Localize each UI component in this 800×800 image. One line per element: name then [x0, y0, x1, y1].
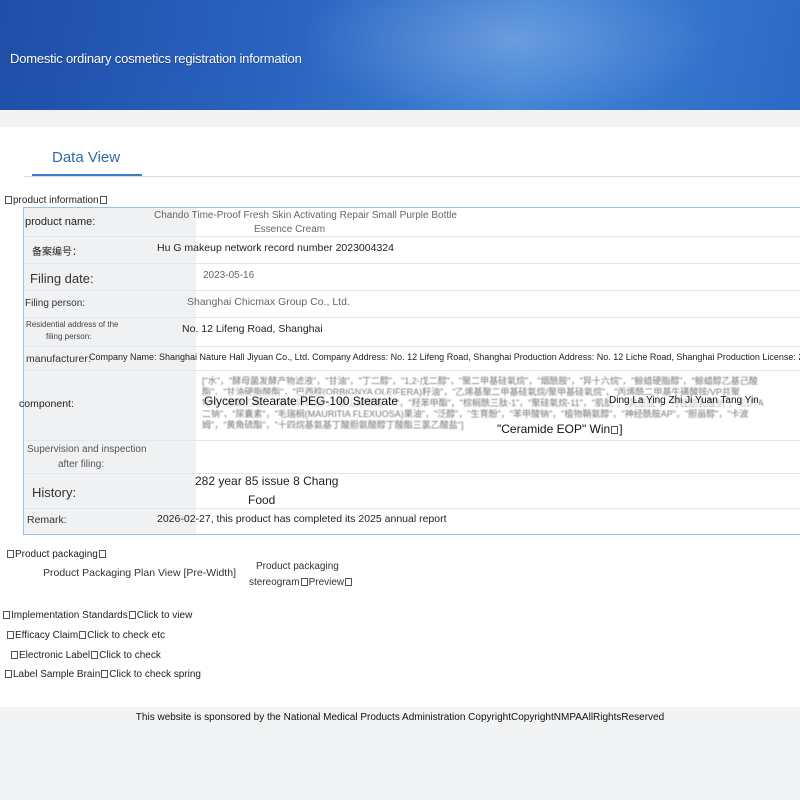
history-label: History:	[32, 485, 77, 500]
square-icon	[91, 651, 99, 660]
square-icon	[11, 651, 18, 660]
row-divider	[24, 370, 800, 371]
row-divider	[24, 440, 800, 441]
square-icon	[98, 550, 106, 559]
preview-link[interactable]: Preview	[309, 577, 345, 588]
square-icon	[3, 611, 10, 620]
square-icon	[611, 425, 619, 434]
row-divider	[24, 290, 800, 291]
link-label: Electronic Label	[19, 650, 91, 661]
row-divider	[24, 508, 800, 509]
filing-person-label: Filing person:	[25, 298, 86, 309]
link-action[interactable]: Click to check spring	[109, 669, 201, 680]
row-divider	[24, 473, 800, 474]
square-icon	[5, 670, 12, 679]
page-title: Domestic ordinary cosmetics registration…	[10, 51, 302, 66]
square-icon	[345, 578, 353, 587]
row-divider	[24, 263, 800, 264]
link-action[interactable]: Click to view	[137, 610, 193, 621]
product-name-label: product name:	[25, 216, 96, 228]
address-label: Residential address of the	[26, 320, 119, 329]
manufacturer-value: Company Name: Shanghai Nature Hall Jiyua…	[89, 352, 800, 362]
component-label: component:	[19, 398, 74, 410]
link-label-sample[interactable]: Label Sample Brain Click to check spring	[4, 669, 201, 680]
link-electronic-label[interactable]: Electronic Label Click to check	[10, 650, 161, 661]
link-implementation-standards[interactable]: Implementation Standards Click to view	[2, 610, 192, 621]
square-icon	[99, 196, 107, 205]
filing-date-value: 2023-05-16	[203, 270, 255, 281]
header-banner: Domestic ordinary cosmetics registration…	[0, 0, 800, 110]
section-title: product information	[13, 195, 99, 206]
component-overlay-3-end: ]	[619, 422, 623, 436]
link-action[interactable]: Click to check etc	[87, 630, 165, 641]
remark-value: 2026-02-27, this product has completed i…	[157, 513, 447, 525]
record-number-label: 备案编号：	[32, 247, 82, 258]
remark-label: Remark:	[27, 514, 67, 526]
main-panel: Data View product information product na…	[0, 127, 800, 707]
link-efficacy-claim[interactable]: Efficacy Claim Click to check etc	[6, 630, 165, 641]
row-divider	[24, 317, 800, 318]
history-value-line2: Food	[248, 493, 276, 507]
link-label: Label Sample Brain	[13, 669, 101, 680]
square-icon	[128, 611, 136, 620]
square-icon	[101, 670, 109, 679]
footer-copyright: This website is sponsored by the Nationa…	[135, 712, 665, 723]
tab-data-view[interactable]: Data View	[52, 149, 120, 166]
square-icon	[79, 631, 87, 640]
link-label: Implementation Standards	[11, 610, 128, 621]
packaging-stereogram-preview[interactable]: stereogram Preview	[249, 577, 353, 588]
row-divider	[24, 346, 800, 347]
square-icon	[7, 631, 14, 640]
supervision-label-line2: after filing:	[58, 459, 105, 470]
manufacturer-label: manufacturer:	[26, 353, 91, 365]
details-table: product name: Chando Time-Proof Fresh Sk…	[19, 207, 800, 535]
history-value: 282 year 85 issue 8 Chang	[195, 474, 339, 488]
row-divider	[24, 236, 800, 237]
component-overlay-3: "Ceramide EOP" Win]	[497, 422, 623, 436]
product-name-value: Chando Time-Proof Fresh Skin Activating …	[154, 210, 457, 221]
square-icon	[7, 550, 14, 559]
link-label: Efficacy Claim	[15, 630, 79, 641]
supervision-label: Supervision and inspection	[27, 444, 147, 455]
stereogram-text: stereogram	[249, 577, 300, 588]
component-overlay-2: Ding La Ying Zhi Ji Yuan Tang Yin	[609, 395, 759, 406]
packaging-plan-view-link[interactable]: Product Packaging Plan View [Pre-Width]	[43, 567, 236, 579]
filing-person-value: Shanghai Chicmax Group Co., Ltd.	[187, 296, 350, 308]
filing-date-label: Filing date:	[30, 271, 94, 286]
component-overlay-3-text: "Ceramide EOP" Win	[497, 422, 611, 436]
address-label-line2: filing person:	[46, 332, 92, 341]
tab-divider	[24, 176, 800, 177]
component-overlay-1: Glycerol Stearate PEG-100 Stearate	[204, 394, 399, 408]
square-icon	[300, 578, 308, 587]
packaging-stereogram-label: Product packaging	[256, 561, 339, 572]
section-product-information: product information	[4, 195, 108, 206]
section-title: Product packaging	[15, 549, 98, 560]
section-product-packaging: Product packaging	[6, 549, 107, 560]
square-icon	[5, 196, 12, 205]
record-number-value: Hu G makeup network record number 202300…	[157, 242, 394, 254]
address-value: No. 12 Lifeng Road, Shanghai	[182, 323, 323, 335]
product-name-value-line2: Essence Cream	[254, 224, 326, 235]
link-action[interactable]: Click to check	[99, 650, 161, 661]
